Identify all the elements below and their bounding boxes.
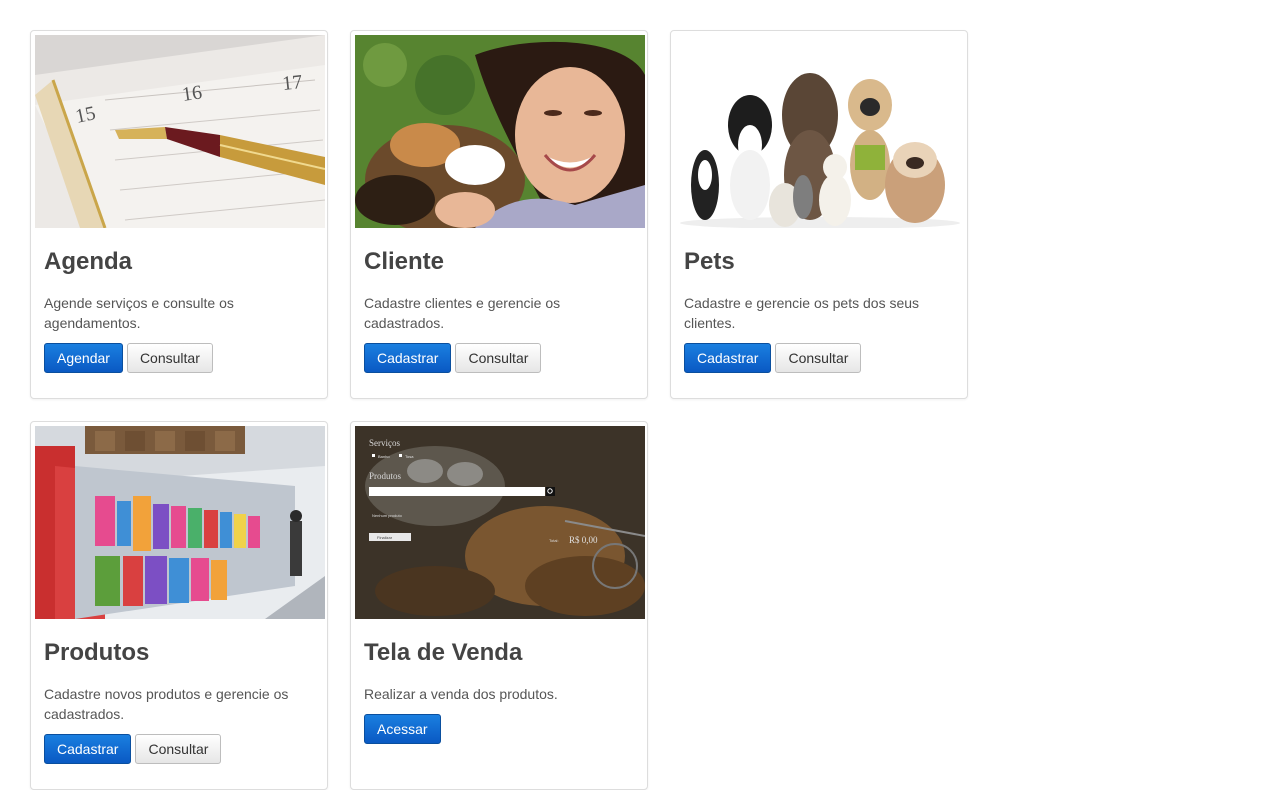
- woman-with-dog-photo-icon: [355, 35, 645, 228]
- consultar-pet-button[interactable]: Consultar: [775, 343, 862, 374]
- card-description: Cadastre novos produtos e gerencie os ca…: [44, 686, 289, 723]
- card-title: Pets: [684, 248, 735, 275]
- svg-text:17: 17: [281, 71, 303, 95]
- card-produtos: Produtos Cadastre novos produtos e geren…: [30, 421, 328, 790]
- card-agenda: 15 16 17 Agenda Agende serviços e consul…: [30, 30, 328, 399]
- card-actions: Cadastrar Consultar: [684, 343, 956, 374]
- svg-text:Nenhum produto: Nenhum produto: [372, 513, 403, 518]
- svg-text:Banho: Banho: [378, 454, 390, 459]
- sales-screen-preview-icon: Serviços Banho Tosa Produtos Nenhum prod…: [355, 426, 645, 619]
- card-title: Tela de Venda: [364, 639, 523, 666]
- card-tela-de-venda: Serviços Banho Tosa Produtos Nenhum prod…: [350, 421, 648, 790]
- svg-text:Produtos: Produtos: [369, 471, 402, 481]
- pets-image: [675, 35, 965, 228]
- tela-de-venda-image: Serviços Banho Tosa Produtos Nenhum prod…: [355, 426, 645, 619]
- card-title: Agenda: [44, 248, 133, 275]
- card-title: Produtos: [44, 639, 150, 666]
- svg-text:Serviços: Serviços: [369, 438, 400, 448]
- card-description: Cadastre clientes e gerencie os cadastra…: [364, 295, 561, 332]
- cliente-image: [355, 35, 645, 228]
- card-actions: Cadastrar Consultar: [44, 734, 316, 765]
- cadastrar-pet-button[interactable]: Cadastrar: [684, 343, 772, 374]
- svg-text:R$ 0,00: R$ 0,00: [569, 535, 598, 545]
- acessar-button[interactable]: Acessar: [364, 714, 441, 745]
- svg-text:16: 16: [181, 81, 204, 106]
- agendar-button[interactable]: Agendar: [44, 343, 123, 374]
- cadastrar-produto-button[interactable]: Cadastrar: [44, 734, 132, 765]
- card-caption: Pets Cadastre e gerencie os pets dos seu…: [684, 248, 956, 374]
- card-description: Cadastre e gerencie os pets dos seus cli…: [684, 295, 920, 332]
- card-description: Realizar a venda dos produtos.: [364, 686, 558, 703]
- agenda-image: 15 16 17: [35, 35, 325, 228]
- consultar-produto-button[interactable]: Consultar: [135, 734, 222, 765]
- dogs-group-photo-icon: [675, 35, 965, 228]
- card-description: Agende serviços e consulte os agendament…: [44, 295, 234, 332]
- card-actions: Agendar Consultar: [44, 343, 316, 374]
- pet-store-shelves-photo-icon: [35, 426, 325, 619]
- card-title: Cliente: [364, 248, 445, 275]
- card-actions: Cadastrar Consultar: [364, 343, 636, 374]
- svg-text:Total:: Total:: [549, 538, 559, 543]
- consultar-agenda-button[interactable]: Consultar: [126, 343, 213, 374]
- card-pets: Pets Cadastre e gerencie os pets dos seu…: [670, 30, 968, 399]
- calendar-pen-photo-icon: 15 16 17: [35, 35, 325, 228]
- card-actions: Acessar: [364, 714, 636, 745]
- consultar-cliente-button[interactable]: Consultar: [455, 343, 542, 374]
- svg-text:Finalizar: Finalizar: [377, 535, 393, 540]
- card-caption: Cliente Cadastre clientes e gerencie os …: [364, 248, 636, 374]
- card-caption: Produtos Cadastre novos produtos e geren…: [44, 639, 316, 765]
- card-cliente: Cliente Cadastre clientes e gerencie os …: [350, 30, 648, 399]
- svg-text:Tosa: Tosa: [405, 454, 414, 459]
- card-caption: Tela de Venda Realizar a venda dos produ…: [364, 639, 636, 745]
- produtos-image: [35, 426, 325, 619]
- cadastrar-cliente-button[interactable]: Cadastrar: [364, 343, 452, 374]
- card-caption: Agenda Agende serviços e consulte os age…: [44, 248, 316, 374]
